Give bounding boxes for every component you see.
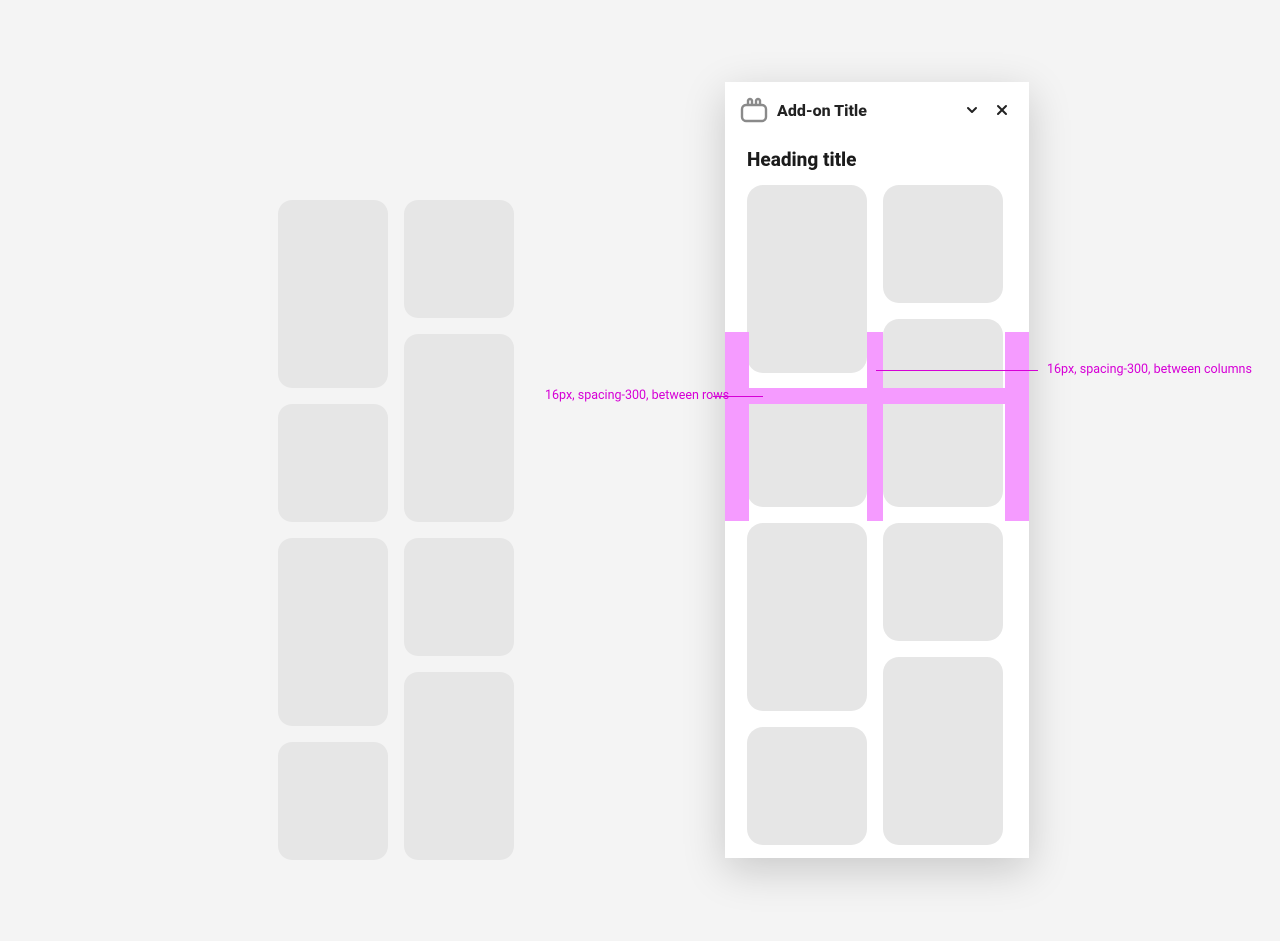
placeholder-card	[404, 538, 514, 656]
grid-card[interactable]	[883, 657, 1003, 845]
grid-card[interactable]	[747, 389, 867, 507]
row-gap-overlay	[725, 388, 1029, 404]
panel-title: Add-on Title	[777, 101, 961, 120]
column-gap-overlay	[867, 332, 883, 521]
grid-card[interactable]	[883, 523, 1003, 641]
placeholder-card	[278, 538, 388, 726]
grid-card[interactable]	[883, 319, 1003, 507]
close-icon[interactable]	[991, 99, 1013, 121]
grid-card[interactable]	[883, 185, 1003, 303]
grid-card[interactable]	[747, 727, 867, 845]
placeholder-card	[278, 404, 388, 522]
annotation-cols: 16px, spacing-300, between columns	[1047, 362, 1252, 377]
side-padding-overlay-left	[725, 332, 749, 521]
placeholder-card	[278, 742, 388, 860]
addon-icon	[739, 96, 769, 124]
grid-card[interactable]	[747, 523, 867, 711]
chevron-down-icon[interactable]	[961, 99, 983, 121]
placeholder-card	[278, 200, 388, 388]
annotation-rows-line	[713, 396, 763, 397]
panel-header: Add-on Title	[725, 82, 1029, 136]
annotation-cols-line	[876, 370, 1038, 371]
left-masonry-preview	[278, 200, 514, 860]
placeholder-card	[404, 334, 514, 522]
annotation-rows: 16px, spacing-300, between rows	[545, 388, 729, 403]
grid-card[interactable]	[747, 185, 867, 373]
side-padding-overlay-right	[1005, 332, 1029, 521]
panel-heading: Heading title	[747, 148, 1007, 171]
placeholder-card	[404, 672, 514, 860]
placeholder-card	[404, 200, 514, 318]
